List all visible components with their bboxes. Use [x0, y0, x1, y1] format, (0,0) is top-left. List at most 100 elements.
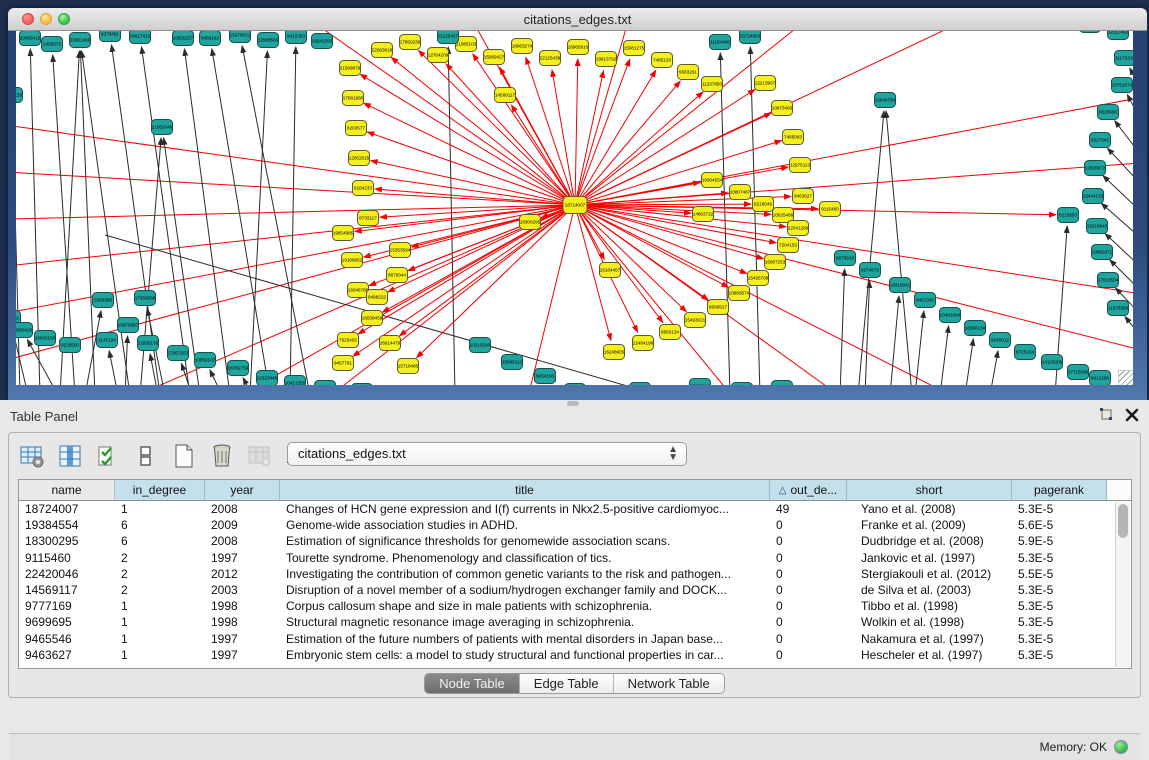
- graph-node[interactable]: 16965910: [568, 40, 589, 55]
- graph-node[interactable]: 10958107: [195, 353, 216, 368]
- graph-node[interactable]: 18300295: [520, 215, 541, 230]
- table-row[interactable]: 911546021997Tourette syndrome. Phenomeno…: [19, 550, 1131, 566]
- graph-node[interactable]: 15089427: [484, 50, 505, 65]
- graph-node[interactable]: 19892971: [1092, 245, 1113, 260]
- graph-node[interactable]: 17850236: [400, 35, 421, 50]
- graph-node[interactable]: 12117402: [1108, 31, 1129, 40]
- graph-node[interactable]: 16042150: [35, 331, 56, 346]
- graph-node[interactable]: 15353594: [390, 243, 411, 258]
- delete-table-icon[interactable]: [207, 441, 237, 471]
- graph-node[interactable]: 15751074: [1112, 78, 1133, 93]
- graph-node[interactable]: 9234017: [315, 381, 336, 386]
- col-header-in-degree[interactable]: in_degree: [115, 480, 205, 500]
- table-row[interactable]: 1872400712008Changes of HCN gene express…: [19, 501, 1131, 517]
- graph-node[interactable]: 16087253: [765, 255, 786, 270]
- graph-node[interactable]: 15718485: [398, 359, 419, 374]
- graph-node[interactable]: 21569879: [340, 61, 361, 76]
- table-row[interactable]: 1456911722003Disruption of a novel membe…: [19, 582, 1131, 598]
- graph-node[interactable]: 10655257: [173, 31, 194, 46]
- graph-node[interactable]: 17359938: [135, 291, 156, 306]
- cell-merge-icon[interactable]: [131, 441, 161, 471]
- graph-node[interactable]: 8733117: [358, 211, 379, 226]
- graph-node[interactable]: 12484196: [633, 336, 654, 351]
- graph-node[interactable]: 11237850: [702, 77, 723, 92]
- col-header-title[interactable]: title: [280, 480, 770, 500]
- graph-node[interactable]: 12323448: [257, 371, 278, 386]
- graph-node[interactable]: 16782759: [228, 361, 249, 376]
- graph-node[interactable]: 15089112: [502, 355, 523, 370]
- resize-grip[interactable]: [1118, 370, 1133, 385]
- graph-node[interactable]: 17081980: [343, 91, 364, 106]
- graph-node[interactable]: 12764209: [428, 48, 449, 63]
- graph-node[interactable]: 9115460: [820, 202, 841, 217]
- graph-node[interactable]: 8679919: [835, 251, 856, 266]
- graph-node[interactable]: 9034198: [535, 369, 556, 384]
- graph-node[interactable]: 10969574: [729, 286, 750, 301]
- float-panel-icon[interactable]: [1097, 407, 1115, 425]
- graph-node[interactable]: 18724007: [563, 197, 587, 214]
- graph-node[interactable]: 15081275: [624, 41, 645, 56]
- graph-node[interactable]: 12052615: [349, 151, 370, 166]
- memory-ok-indicator[interactable]: [1114, 740, 1128, 754]
- graph-node[interactable]: 16083225: [630, 383, 651, 386]
- graph-node[interactable]: 18063274: [512, 39, 533, 54]
- graph-node[interactable]: 9498222: [367, 290, 388, 305]
- graph-node[interactable]: 7204153: [778, 238, 799, 253]
- graph-node[interactable]: 10219290: [470, 338, 491, 353]
- graph-node[interactable]: 14863722: [693, 207, 714, 222]
- tab-network-table[interactable]: Network Table: [614, 674, 724, 693]
- table-scrollbar[interactable]: [1115, 502, 1130, 667]
- graph-node[interactable]: 13870035: [352, 384, 373, 386]
- graph-node[interactable]: 19384554: [702, 173, 723, 188]
- graph-node[interactable]: 8203577: [346, 121, 367, 136]
- graph-node[interactable]: 15276021: [230, 31, 251, 43]
- graph-node[interactable]: 12213967: [755, 76, 776, 91]
- graph-node[interactable]: 17016504: [1098, 273, 1119, 288]
- graph-node[interactable]: 7485133: [652, 53, 673, 68]
- graph-node[interactable]: 9583261: [678, 65, 699, 80]
- table-options-icon[interactable]: [17, 441, 47, 471]
- graph-node[interactable]: 12935135: [138, 336, 159, 351]
- graph-node[interactable]: 9850134: [660, 325, 681, 340]
- graph-node[interactable]: 16210643: [1087, 219, 1108, 234]
- table-row[interactable]: 1938455462009Genome-wide association stu…: [19, 517, 1131, 533]
- graph-node[interactable]: 19358420: [16, 323, 33, 338]
- graph-node[interactable]: 9463627: [793, 189, 814, 204]
- graph-node[interactable]: 16235418: [772, 381, 793, 386]
- graph-node[interactable]: 22041289: [788, 221, 809, 236]
- network-canvas[interactable]: 2206381817850236127642092108510315089427…: [16, 31, 1133, 385]
- col-header-name[interactable]: name: [19, 480, 115, 500]
- row-select-icon[interactable]: [93, 441, 123, 471]
- table-source-dropdown[interactable]: citations_edges.txt ▲▼: [287, 442, 687, 466]
- graph-node[interactable]: 14125009: [1042, 355, 1063, 370]
- graph-node[interactable]: 10807487: [730, 185, 751, 200]
- graph-node[interactable]: 20063418: [20, 31, 41, 46]
- close-panel-icon[interactable]: [1123, 407, 1141, 425]
- graph-node[interactable]: 12444133: [1083, 189, 1104, 204]
- graph-node[interactable]: 15724903: [740, 31, 761, 44]
- table-row[interactable]: 1830029562008Estimation of significance …: [19, 533, 1131, 549]
- graph-node[interactable]: 9529966: [1098, 105, 1119, 120]
- graph-node[interactable]: 9184233: [353, 181, 374, 196]
- table-row[interactable]: 946554611997Estimation of the future num…: [19, 631, 1131, 647]
- graph-node[interactable]: 15493021: [685, 313, 706, 328]
- graph-node[interactable]: 12650863: [565, 384, 586, 386]
- graph-node[interactable]: 15495708: [748, 271, 769, 286]
- graph-node[interactable]: 20691406: [70, 33, 91, 48]
- graph-node[interactable]: 9274573: [860, 263, 881, 278]
- graph-node[interactable]: 14569117: [495, 88, 516, 103]
- table-row[interactable]: 977716911998Corpus callosum shape and si…: [19, 598, 1131, 614]
- graph-node[interactable]: 15093241: [690, 379, 711, 386]
- graph-node[interactable]: 16914479: [380, 336, 401, 351]
- graph-node[interactable]: 21053346: [152, 120, 173, 135]
- graph-node[interactable]: 10973493: [772, 101, 793, 116]
- graph-node[interactable]: 19854985: [333, 226, 354, 241]
- graph-node[interactable]: 9227342: [1090, 133, 1111, 148]
- graph-node[interactable]: 16596134: [965, 321, 986, 336]
- graph-node[interactable]: 2065358: [93, 293, 114, 308]
- graph-node[interactable]: 18530841: [1080, 31, 1101, 33]
- graph-node[interactable]: 9457791: [333, 356, 354, 371]
- graph-node[interactable]: 12975113: [790, 158, 811, 173]
- graph-node[interactable]: 9412303: [286, 31, 307, 44]
- table-row[interactable]: 946362711997Embryonic stem cells: a mode…: [19, 647, 1131, 663]
